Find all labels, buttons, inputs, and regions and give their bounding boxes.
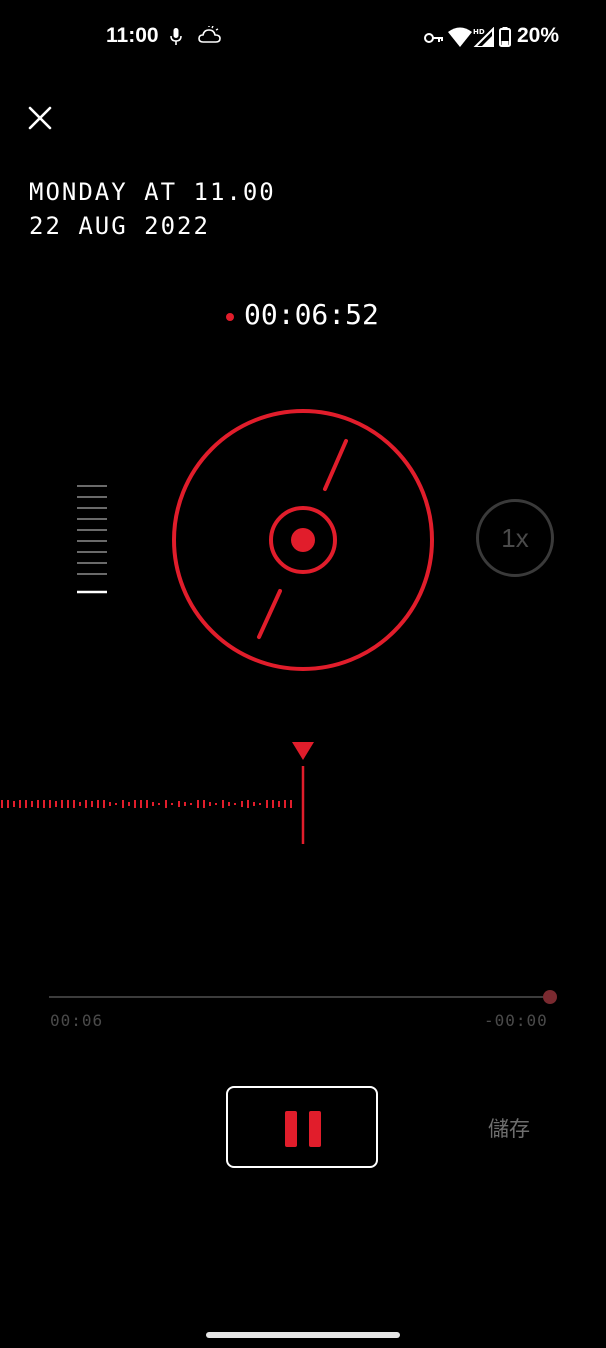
- pause-button[interactable]: [226, 1086, 378, 1168]
- elapsed-timer: 00:06:52: [244, 298, 379, 331]
- waveform: [1, 742, 314, 844]
- save-button[interactable]: 儲存: [488, 1113, 530, 1143]
- progress-track[interactable]: [49, 996, 549, 998]
- svg-text:HD: HD: [473, 28, 485, 36]
- input-level-meter: [77, 485, 107, 594]
- home-indicator[interactable]: [206, 1332, 400, 1338]
- wifi-icon: [448, 27, 472, 47]
- tape-reel-graphic: [172, 409, 434, 671]
- elapsed-time-label: 00:06: [50, 1011, 104, 1030]
- recording-title-date: 22 AUG 2022: [29, 212, 210, 240]
- playback-speed-button[interactable]: 1x: [476, 499, 554, 577]
- remaining-time-label: -00:00: [484, 1011, 548, 1030]
- weather-cloud-icon: [198, 26, 221, 43]
- pause-icon-bar: [309, 1111, 321, 1147]
- pause-icon: [285, 1111, 297, 1147]
- status-bar: [0, 0, 606, 78]
- close-button[interactable]: [20, 98, 60, 138]
- recording-title-day: MONDAY AT 11.00: [29, 178, 276, 206]
- battery-percentage: 20%: [517, 24, 560, 47]
- progress-thumb[interactable]: [543, 990, 557, 1004]
- cell-signal-hd-icon: HD: [473, 27, 494, 47]
- status-time: 11:00: [106, 24, 159, 47]
- recording-indicator-dot: [226, 313, 234, 321]
- close-icon: [28, 106, 52, 130]
- mic-icon: [170, 28, 182, 45]
- vpn-key-icon: [424, 33, 443, 43]
- playhead-marker-icon: [292, 742, 314, 760]
- battery-icon: [499, 27, 511, 47]
